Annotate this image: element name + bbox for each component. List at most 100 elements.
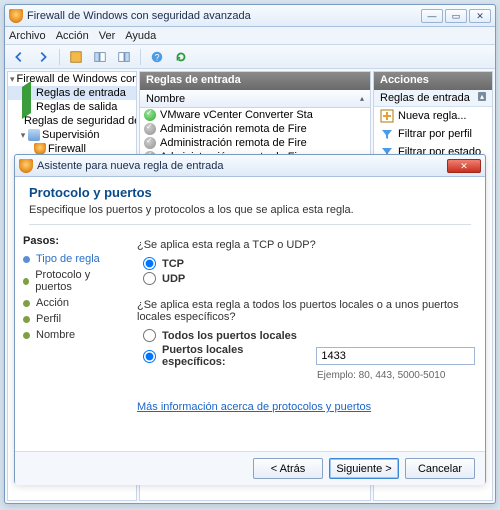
question-ports: ¿Se aplica esta regla a todos los puerto… bbox=[137, 299, 475, 323]
radio-udp-label: UDP bbox=[162, 273, 185, 285]
wizard-page-subtitle: Especifique los puertos y protocolos a l… bbox=[29, 204, 471, 216]
radio-tcp-input[interactable] bbox=[143, 257, 156, 270]
radio-all-ports[interactable]: Todos los puertos locales bbox=[143, 329, 475, 342]
rule-enabled-icon bbox=[144, 109, 156, 121]
rules-pane-header: Reglas de entrada bbox=[140, 72, 370, 90]
ports-example-text: Ejemplo: 80, 443, 5000-5010 bbox=[317, 370, 475, 381]
collapse-icon[interactable]: ▴ bbox=[478, 92, 486, 101]
step-tipo-regla[interactable]: Tipo de regla bbox=[23, 251, 119, 267]
tree-item-label: Reglas de seguridad de con bbox=[24, 115, 137, 127]
action-label: Filtrar por perfil bbox=[398, 128, 472, 140]
cancel-button[interactable]: Cancelar bbox=[405, 458, 475, 479]
wizard-page-title: Protocolo y puertos bbox=[29, 185, 471, 200]
radio-udp[interactable]: UDP bbox=[143, 272, 475, 285]
radio-all-ports-input[interactable] bbox=[143, 329, 156, 342]
step-bullet-icon bbox=[23, 300, 30, 307]
filter-icon bbox=[380, 127, 394, 141]
step-label: Perfil bbox=[36, 313, 61, 325]
app-shield-icon bbox=[9, 9, 23, 23]
sort-indicator-icon: ▴ bbox=[360, 94, 364, 103]
more-info-link[interactable]: Más información acerca de protocolos y p… bbox=[137, 401, 371, 413]
show-hide-actions-button[interactable] bbox=[114, 47, 134, 67]
actions-pane-header: Acciones bbox=[374, 72, 492, 90]
radio-specific-ports[interactable]: Puertos locales específicos: bbox=[143, 344, 308, 368]
action-label: Nueva regla... bbox=[398, 110, 466, 122]
wizard-header: Protocolo y puertos Especifique los puer… bbox=[15, 177, 485, 229]
menu-ver[interactable]: Ver bbox=[99, 30, 116, 42]
toolbar-separator bbox=[140, 49, 141, 65]
wizard-dialog: Asistente para nueva regla de entrada ✕ … bbox=[14, 154, 486, 484]
new-rule-icon bbox=[380, 109, 394, 123]
column-header-label: Nombre bbox=[146, 93, 185, 105]
monitor-icon bbox=[28, 129, 40, 141]
toolbar-separator bbox=[59, 49, 60, 65]
step-label: Nombre bbox=[36, 329, 75, 341]
main-window-title: Firewall de Windows con seguridad avanza… bbox=[27, 10, 421, 22]
step-accion[interactable]: Acción bbox=[23, 295, 119, 311]
next-button[interactable]: Siguiente > bbox=[329, 458, 399, 479]
show-hide-tree-button[interactable] bbox=[90, 47, 110, 67]
step-bullet-icon bbox=[23, 256, 30, 263]
rule-name: VMware vCenter Converter Sta bbox=[160, 109, 313, 121]
rule-disabled-icon bbox=[144, 137, 156, 149]
wizard-window-title: Asistente para nueva regla de entrada bbox=[37, 160, 447, 172]
step-label: Acción bbox=[36, 297, 69, 309]
wizard-body: Pasos: Tipo de regla Protocolo y puertos… bbox=[15, 229, 485, 451]
tree-reglas-salida[interactable]: Reglas de salida bbox=[8, 100, 136, 114]
step-protocolo-puertos[interactable]: Protocolo y puertos bbox=[23, 267, 119, 295]
table-row[interactable]: VMware vCenter Converter Sta bbox=[140, 108, 370, 122]
help-button[interactable]: ? bbox=[147, 47, 167, 67]
rule-disabled-icon bbox=[144, 123, 156, 135]
step-label: Tipo de regla bbox=[36, 253, 100, 265]
svg-text:?: ? bbox=[155, 52, 160, 62]
menu-archivo[interactable]: Archivo bbox=[9, 30, 46, 42]
rule-name: Administración remota de Fire bbox=[160, 137, 307, 149]
specific-ports-input[interactable] bbox=[316, 347, 475, 365]
wizard-form: ¿Se aplica esta regla a TCP o UDP? TCP U… bbox=[127, 229, 485, 451]
refresh-button[interactable] bbox=[171, 47, 191, 67]
wizard-button-bar: < Atrás Siguiente > Cancelar bbox=[15, 451, 485, 485]
step-bullet-icon bbox=[23, 278, 29, 285]
tree-reglas-seguridad[interactable]: Reglas de seguridad de con bbox=[8, 114, 136, 128]
shield-icon bbox=[19, 159, 33, 173]
action-filtrar-perfil[interactable]: Filtrar por perfil bbox=[374, 125, 492, 143]
radio-specific-ports-input[interactable] bbox=[143, 350, 156, 363]
table-row[interactable]: Administración remota de Fire bbox=[140, 136, 370, 150]
radio-specific-ports-label: Puertos locales específicos: bbox=[162, 344, 308, 368]
step-label: Protocolo y puertos bbox=[35, 269, 119, 293]
step-perfil[interactable]: Perfil bbox=[23, 311, 119, 327]
maximize-button[interactable]: ▭ bbox=[445, 9, 467, 23]
tree-supervision[interactable]: ▾Supervisión bbox=[8, 128, 136, 142]
menu-accion[interactable]: Acción bbox=[56, 30, 89, 42]
wizard-close-button[interactable]: ✕ bbox=[447, 159, 481, 173]
steps-title: Pasos: bbox=[23, 235, 119, 247]
step-bullet-icon bbox=[23, 332, 30, 339]
column-header-nombre[interactable]: Nombre ▴ bbox=[140, 90, 370, 108]
toolbar: ? bbox=[5, 45, 495, 69]
close-button[interactable]: ✕ bbox=[469, 9, 491, 23]
tree-item-label: Reglas de entrada bbox=[36, 87, 126, 99]
step-bullet-icon bbox=[23, 316, 30, 323]
radio-udp-input[interactable] bbox=[143, 272, 156, 285]
action-nueva-regla[interactable]: Nueva regla... bbox=[374, 107, 492, 125]
question-protocol: ¿Se aplica esta regla a TCP o UDP? bbox=[137, 239, 475, 251]
actions-group-title: Reglas de entrada▴ bbox=[374, 90, 492, 107]
radio-tcp-label: TCP bbox=[162, 258, 184, 270]
wizard-titlebar[interactable]: Asistente para nueva regla de entrada ✕ bbox=[15, 155, 485, 177]
step-nombre[interactable]: Nombre bbox=[23, 327, 119, 343]
tree-root-label: Firewall de Windows con seguri bbox=[17, 73, 137, 85]
nav-back-button[interactable] bbox=[9, 47, 29, 67]
minimize-button[interactable]: — bbox=[421, 9, 443, 23]
action-new-button[interactable] bbox=[66, 47, 86, 67]
menu-ayuda[interactable]: Ayuda bbox=[125, 30, 156, 42]
menu-bar: Archivo Acción Ver Ayuda bbox=[5, 27, 495, 45]
tree-item-label: Supervisión bbox=[42, 129, 99, 141]
table-row[interactable]: Administración remota de Fire bbox=[140, 122, 370, 136]
radio-all-ports-label: Todos los puertos locales bbox=[162, 330, 297, 342]
main-titlebar[interactable]: Firewall de Windows con seguridad avanza… bbox=[5, 5, 495, 27]
rule-name: Administración remota de Fire bbox=[160, 123, 307, 135]
back-button[interactable]: < Atrás bbox=[253, 458, 323, 479]
nav-forward-button[interactable] bbox=[33, 47, 53, 67]
tree-item-label: Reglas de salida bbox=[36, 101, 117, 113]
radio-tcp[interactable]: TCP bbox=[143, 257, 475, 270]
